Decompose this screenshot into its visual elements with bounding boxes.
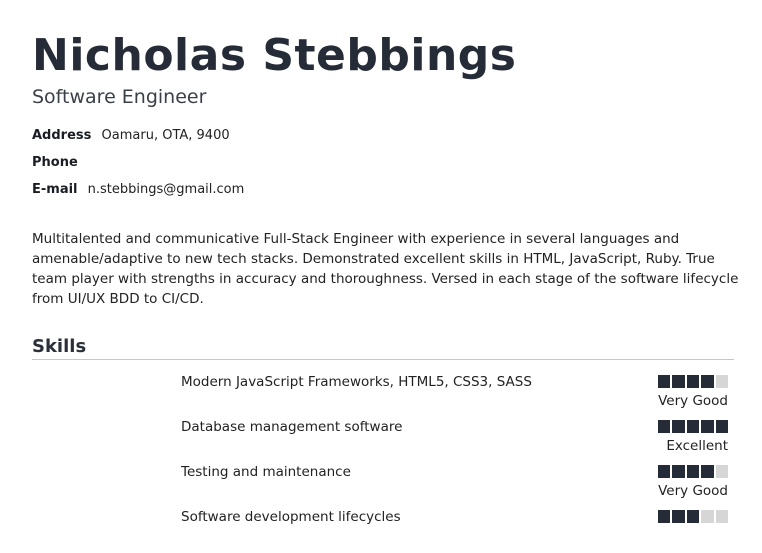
rating-square-filled [672, 375, 685, 388]
rating-square-filled [657, 420, 670, 433]
skill-item: Modern JavaScript Frameworks, HTML5, CSS… [181, 374, 728, 418]
section-divider [32, 359, 734, 360]
rating-square-empty [715, 510, 728, 523]
contact-address: Address Oamaru, OTA, 9400 [32, 127, 230, 145]
rating-square-filled [686, 510, 699, 523]
rating-square-filled [686, 375, 699, 388]
skill-name: Modern JavaScript Frameworks, HTML5, CSS… [181, 374, 532, 390]
skill-name: Testing and maintenance [181, 464, 351, 480]
skill-level: Excellent [666, 438, 728, 454]
skills-heading: Skills [32, 336, 87, 357]
skill-level: Very Good [658, 393, 728, 409]
contact-phone: Phone [32, 154, 84, 172]
professional-summary: Multitalented and communicative Full-Sta… [32, 231, 739, 307]
skill-name: Software development lifecycles [181, 509, 401, 525]
rating-square-empty [701, 510, 714, 523]
skill-item: Testing and maintenance Very Good [181, 464, 728, 508]
rating-square-filled [672, 510, 685, 523]
rating-square-filled [657, 510, 670, 523]
phone-label: Phone [32, 155, 78, 170]
skill-level: Very Good [658, 483, 728, 499]
rating-square-filled [701, 465, 714, 478]
skill-item: Database management software Excellent [181, 419, 728, 463]
rating-square-filled [657, 375, 670, 388]
skill-name: Database management software [181, 419, 403, 435]
skill-rating [657, 375, 728, 388]
email-label: E-mail [32, 182, 78, 197]
skill-rating [657, 510, 728, 523]
skill-item: Software development lifecycles [181, 509, 728, 553]
rating-square-filled [701, 375, 714, 388]
job-title: Software Engineer [32, 86, 207, 108]
skill-rating [657, 420, 728, 433]
rating-square-filled [715, 420, 728, 433]
resume-page: Nicholas Stebbings Software Engineer Add… [0, 0, 762, 529]
address-value: Oamaru, OTA, 9400 [101, 128, 230, 143]
rating-square-empty [715, 375, 728, 388]
candidate-name: Nicholas Stebbings [32, 30, 517, 81]
rating-square-filled [672, 420, 685, 433]
rating-square-filled [686, 420, 699, 433]
rating-square-filled [672, 465, 685, 478]
email-value: n.stebbings@gmail.com [87, 182, 245, 197]
rating-square-filled [686, 465, 699, 478]
rating-square-filled [657, 465, 670, 478]
address-label: Address [32, 128, 92, 143]
contact-email: E-mail n.stebbings@gmail.com [32, 181, 244, 199]
skill-rating [657, 465, 728, 478]
rating-square-empty [715, 465, 728, 478]
rating-square-filled [701, 420, 714, 433]
